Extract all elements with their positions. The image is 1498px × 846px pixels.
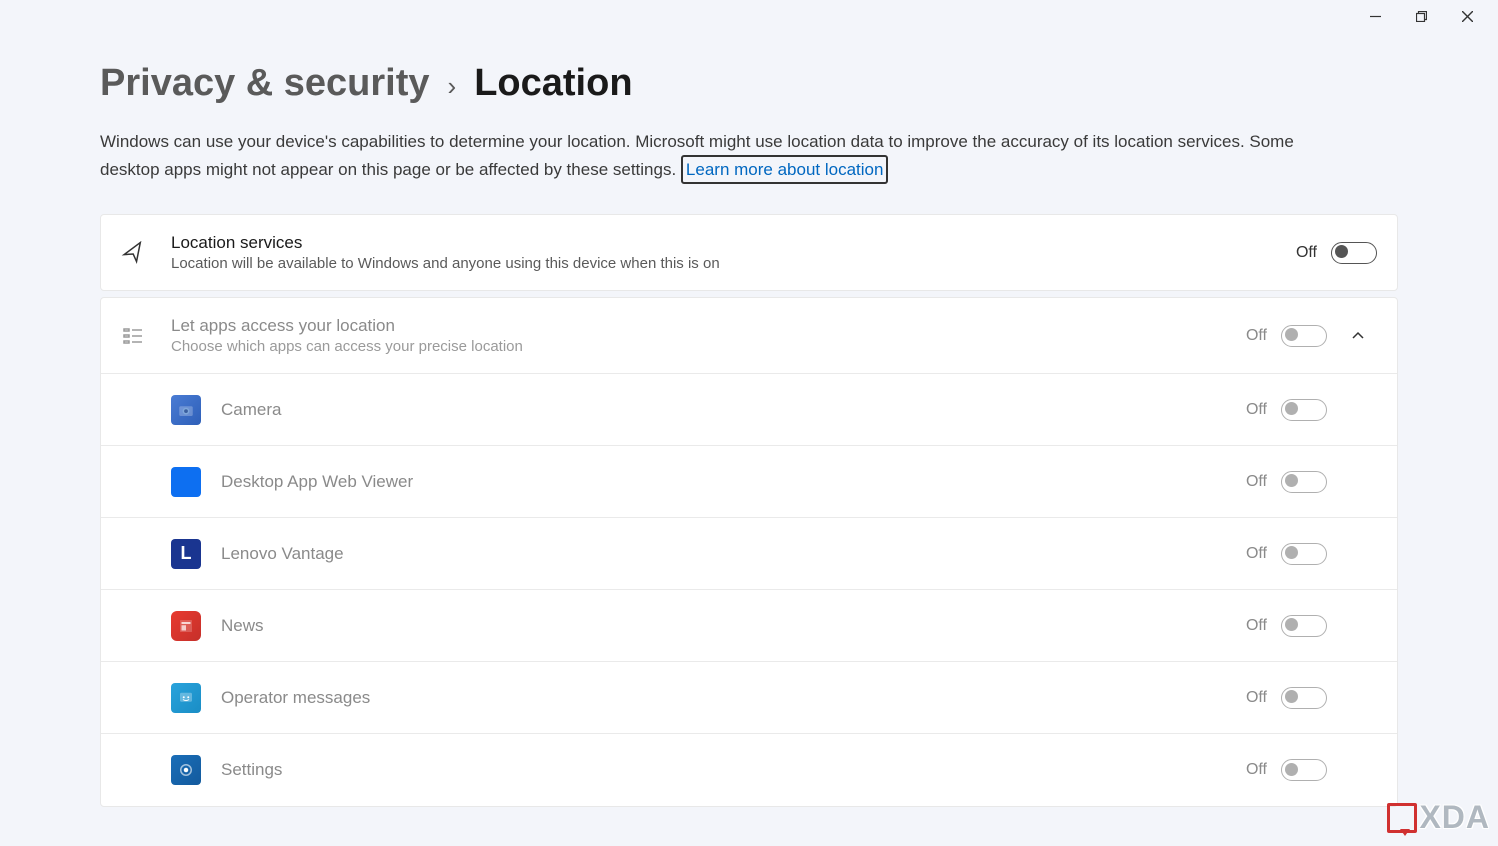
app-toggle [1281, 543, 1327, 565]
app-name-label: News [201, 616, 1246, 636]
watermark: XDA [1387, 799, 1488, 836]
breadcrumb-parent[interactable]: Privacy & security [100, 62, 430, 105]
app-row: Camera Off [101, 374, 1397, 446]
app-icon [171, 467, 201, 497]
apps-location-title: Let apps access your location [171, 316, 1246, 336]
close-button[interactable] [1444, 0, 1490, 32]
apps-location-subtitle: Choose which apps can access your precis… [171, 338, 1246, 355]
app-toggle-state: Off [1246, 689, 1267, 707]
location-services-toggle[interactable] [1331, 242, 1377, 264]
app-icon [171, 683, 201, 713]
location-services-subtitle: Location will be available to Windows an… [171, 255, 1296, 272]
app-icon: L [171, 539, 201, 569]
app-row: Desktop App Web Viewer Off [101, 446, 1397, 518]
app-toggle [1281, 687, 1327, 709]
learn-more-link[interactable]: Learn more about location [681, 155, 889, 185]
app-toggle-state: Off [1246, 617, 1267, 635]
location-services-card: Location services Location will be avail… [100, 214, 1398, 291]
location-services-title: Location services [171, 233, 1296, 253]
location-services-state: Off [1296, 244, 1317, 262]
apps-location-toggle [1281, 325, 1327, 347]
app-name-label: Operator messages [201, 688, 1246, 708]
apps-location-card: Let apps access your location Choose whi… [100, 297, 1398, 807]
chevron-right-icon: › [448, 71, 457, 102]
app-toggle [1281, 759, 1327, 781]
location-icon [121, 241, 171, 265]
app-name-label: Settings [201, 760, 1246, 780]
collapse-button[interactable] [1339, 329, 1377, 343]
app-name-label: Camera [201, 400, 1246, 420]
app-icon [171, 755, 201, 785]
app-name-label: Lenovo Vantage [201, 544, 1246, 564]
app-toggle [1281, 399, 1327, 421]
maximize-button[interactable] [1398, 0, 1444, 32]
breadcrumb: Privacy & security › Location [100, 62, 1398, 105]
app-icon [171, 611, 201, 641]
apps-location-state: Off [1246, 327, 1267, 345]
app-row: Operator messages Off [101, 662, 1397, 734]
app-toggle [1281, 471, 1327, 493]
app-toggle-state: Off [1246, 401, 1267, 419]
app-name-label: Desktop App Web Viewer [201, 472, 1246, 492]
app-row: Settings Off [101, 734, 1397, 806]
list-icon [121, 324, 171, 348]
app-toggle-state: Off [1246, 761, 1267, 779]
page-description: Windows can use your device's capabiliti… [100, 129, 1320, 184]
app-icon [171, 395, 201, 425]
chevron-up-icon [1351, 329, 1365, 343]
app-toggle-state: Off [1246, 545, 1267, 563]
app-row: News Off [101, 590, 1397, 662]
page-title: Location [474, 62, 632, 105]
minimize-button[interactable] [1352, 0, 1398, 32]
app-toggle-state: Off [1246, 473, 1267, 491]
app-row: L Lenovo Vantage Off [101, 518, 1397, 590]
app-toggle [1281, 615, 1327, 637]
